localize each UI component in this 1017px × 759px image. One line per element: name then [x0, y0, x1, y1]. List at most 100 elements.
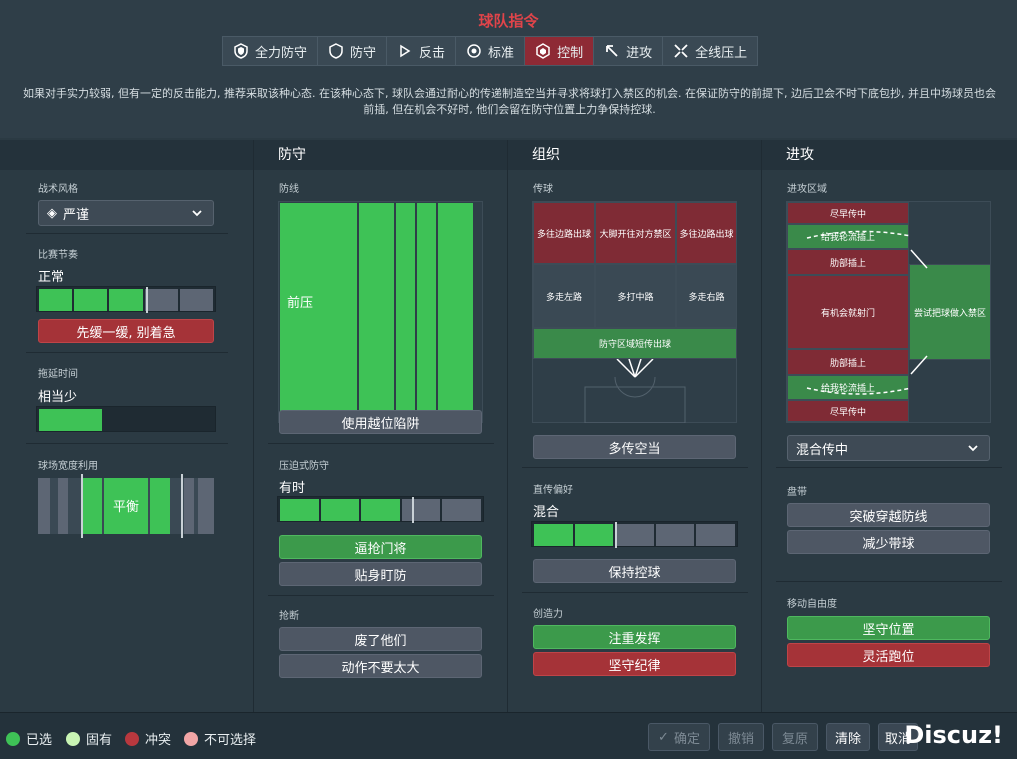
press-label: 压迫式防守	[279, 461, 329, 472]
slider-segment	[615, 524, 654, 546]
divider	[26, 352, 228, 353]
tab-all-out-attack[interactable]: 全线压上	[663, 36, 759, 66]
slider-segment	[320, 499, 360, 521]
tab-label: 反击	[419, 45, 446, 61]
pass-zone-short-build[interactable]: 防守区域短传出球	[533, 328, 737, 359]
slider-segment	[144, 289, 178, 311]
column-divider	[507, 140, 508, 712]
tempo-value: 正常	[38, 270, 65, 285]
width-pitch[interactable]: 平衡	[38, 474, 214, 538]
slider-segment	[401, 499, 441, 521]
legend-dot-icon	[125, 731, 139, 746]
slider-segment	[280, 499, 319, 521]
divider	[522, 592, 748, 593]
divider	[776, 581, 1002, 582]
slider-segment	[696, 524, 735, 546]
slider-segment	[109, 289, 143, 311]
run-at-defence-button[interactable]: 突破穿越防线	[787, 503, 990, 527]
style-dropdown[interactable]: ◈ 严谨	[38, 200, 214, 226]
diamond-icon: ◈	[47, 205, 57, 221]
tab-attack[interactable]: 进攻	[594, 36, 664, 66]
hold-position-button[interactable]: 坚守位置	[787, 616, 990, 640]
offside-trap-button[interactable]: 使用越位陷阱	[279, 410, 482, 434]
slider-marker[interactable]	[615, 522, 618, 548]
redo-button[interactable]: 复原	[772, 723, 818, 751]
balance-icon	[466, 43, 482, 59]
passing-directness-slider[interactable]	[531, 521, 738, 548]
confirm-button[interactable]: ✓ 确定	[648, 723, 710, 751]
slider-marker[interactable]	[411, 497, 414, 523]
roam-button[interactable]: 灵活跑位	[787, 643, 990, 667]
slider-segment	[179, 289, 213, 311]
tab-standard[interactable]: 标准	[456, 36, 526, 66]
crossing-value: 混合传中	[796, 442, 849, 458]
creative-label: 创造力	[533, 609, 563, 620]
pass-zone[interactable]: 多走左路	[533, 264, 595, 328]
tempo-slow-button[interactable]: 先缓一缓, 别着急	[38, 319, 214, 343]
timewasting-slider[interactable]	[36, 406, 216, 432]
divider	[776, 467, 1002, 468]
tackle-label: 抢断	[279, 611, 299, 622]
discipline-button[interactable]: 坚守纪律	[533, 652, 736, 676]
tackle-harder-button[interactable]: 废了他们	[279, 627, 482, 651]
stay-on-feet-button[interactable]: 动作不要太大	[279, 654, 482, 678]
control-icon	[535, 43, 551, 59]
chevron-down-icon	[967, 442, 979, 458]
divider	[268, 595, 494, 596]
timewasting-label: 拖延时间	[38, 369, 78, 380]
tempo-label: 比赛节奏	[38, 250, 78, 261]
divider	[268, 443, 494, 444]
tab-control[interactable]: 控制	[525, 36, 595, 66]
attack-zone-pitch[interactable]: 尽早传中 给我轮流插上 肋部插上 有机会就射门 尝试把球做入禁区 肋部插上 给我…	[786, 201, 991, 423]
check-icon: ✓	[658, 729, 669, 745]
tab-label: 防守	[350, 45, 377, 61]
slider-segment	[74, 289, 108, 311]
press-slider[interactable]	[277, 496, 484, 523]
pass-zone[interactable]: 多打中路	[595, 264, 676, 328]
pass-label: 传球	[533, 184, 553, 195]
more-space-button[interactable]: 多传空当	[533, 435, 736, 459]
keep-ball-button[interactable]: 保持控球	[533, 559, 736, 583]
style-value: 严谨	[63, 207, 90, 223]
column-divider	[761, 140, 762, 712]
pass-zone[interactable]: 多走右路	[676, 264, 737, 328]
freedom-label: 移动自由度	[787, 599, 837, 610]
attack-arrows	[806, 230, 928, 395]
tab-defense[interactable]: 防守	[318, 36, 388, 66]
pass-zone[interactable]: 大脚开往对方禁区	[595, 202, 676, 264]
slider-segment	[442, 499, 481, 521]
timewasting-value: 相当少	[38, 390, 78, 405]
creative-freedom-button[interactable]: 注重发挥	[533, 625, 736, 649]
pass-zone[interactable]: 多往边路出球	[676, 202, 737, 264]
tab-full-defense[interactable]: 全力防守	[222, 36, 319, 66]
column-header-attack: 进攻	[762, 140, 1017, 170]
pass-zone[interactable]: 多往边路出球	[533, 202, 595, 264]
slider-marker[interactable]	[146, 287, 149, 313]
clear-button[interactable]: 清除	[826, 723, 870, 751]
crossing-dropdown[interactable]: 混合传中	[787, 435, 990, 461]
defensive-line-pitch[interactable]: 前压	[278, 201, 483, 423]
tempo-slider[interactable]	[36, 286, 216, 313]
dribble-less-button[interactable]: 减少带球	[787, 530, 990, 554]
column-header-organize: 组织	[508, 140, 761, 170]
passing-arrows	[584, 359, 686, 423]
width-label: 球场宽度利用	[38, 461, 98, 472]
direct-value: 混合	[533, 505, 560, 520]
undo-button[interactable]: 撤销	[718, 723, 764, 751]
legend-dot-icon	[184, 731, 198, 746]
slider-segment	[39, 289, 73, 311]
line-value: 前压	[287, 296, 314, 311]
legend-label: 冲突	[145, 733, 172, 748]
tab-label: 全线压上	[695, 45, 748, 61]
confirm-label: 确定	[673, 731, 700, 747]
slider-segment	[361, 499, 400, 521]
passing-pitch[interactable]: 多往边路出球 大脚开往对方禁区 多往边路出球 多走左路 多打中路 多走右路 防守…	[532, 201, 737, 423]
style-label: 战术风格	[38, 184, 78, 195]
legend-selected: 已选	[6, 729, 52, 748]
tab-label: 全力防守	[255, 45, 308, 61]
divider	[522, 467, 748, 468]
legend-unavailable: 不可选择	[184, 729, 256, 748]
press-keeper-button[interactable]: 逼抢门将	[279, 535, 482, 559]
tab-counter[interactable]: 反击	[387, 36, 457, 66]
tight-marking-button[interactable]: 贴身盯防	[279, 562, 482, 586]
